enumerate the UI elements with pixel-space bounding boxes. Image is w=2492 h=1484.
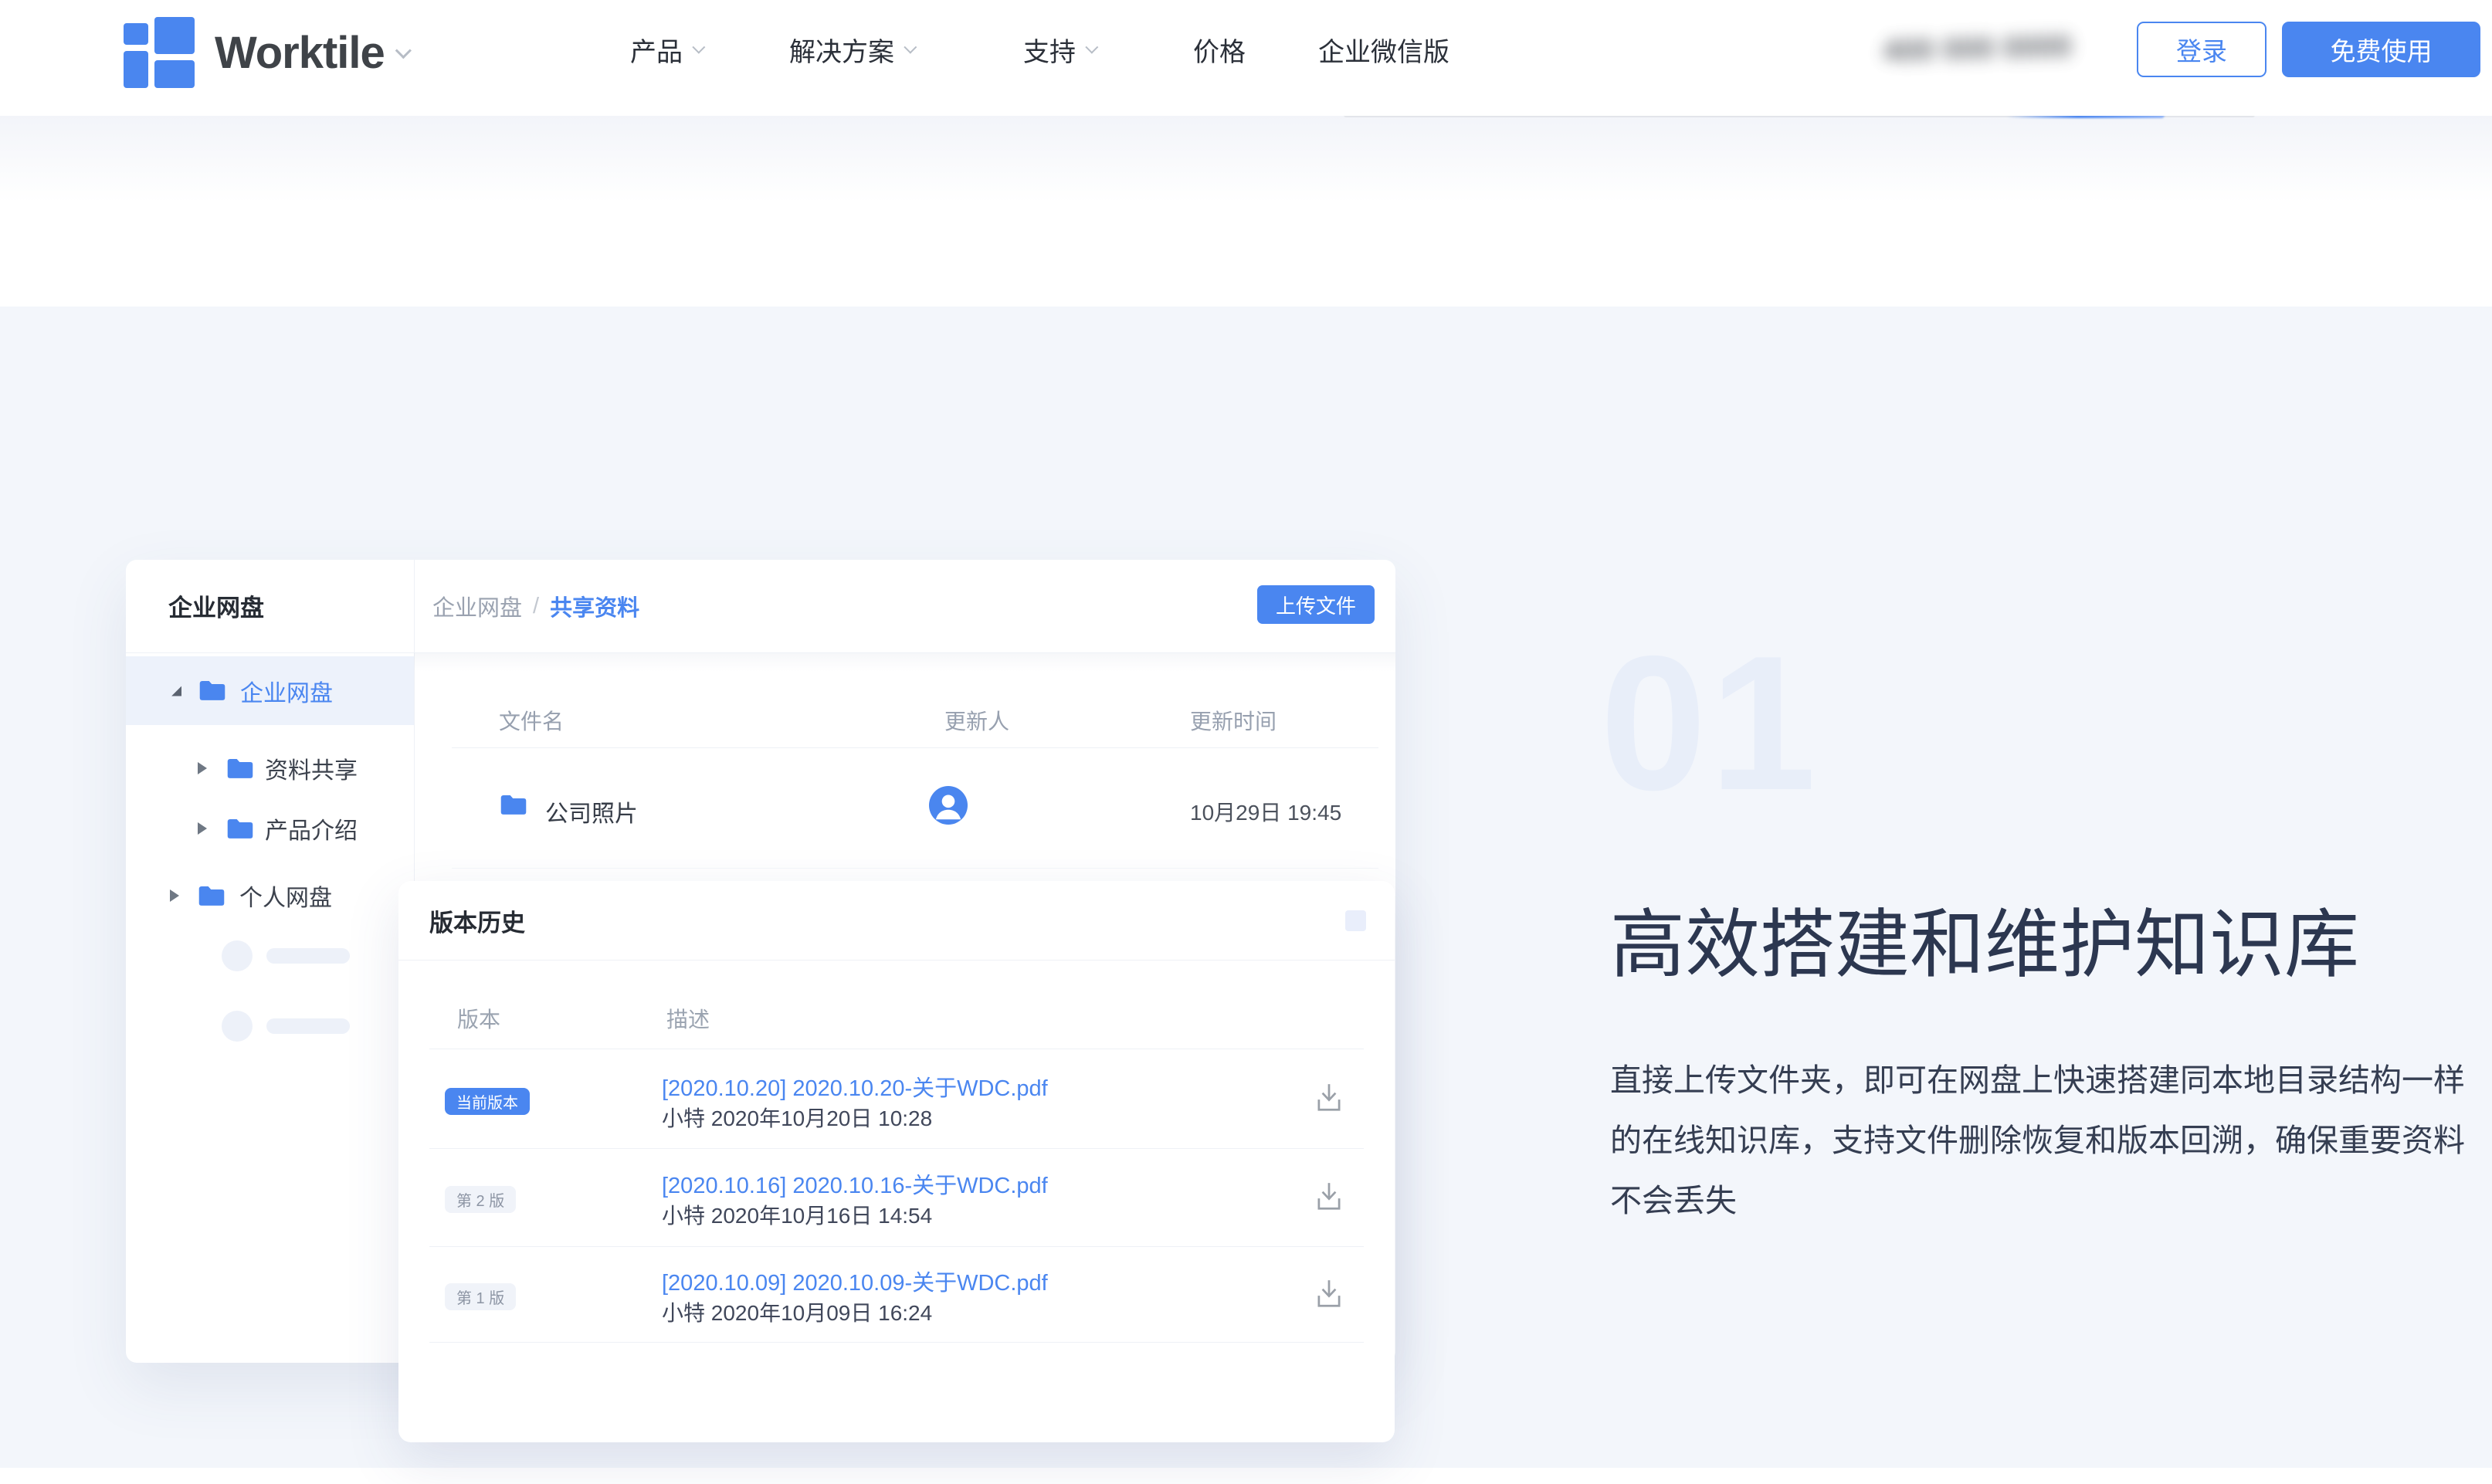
nav-item-label: 价格	[1193, 31, 1246, 69]
nav-item-pricing[interactable]: 价格	[1193, 0, 1246, 99]
version-badge-current: 当前版本	[445, 1088, 530, 1115]
breadcrumb: 企业网盘 / 共享资料	[432, 560, 639, 652]
nav-item-label: 产品	[630, 31, 683, 69]
modal-divider	[429, 1342, 1364, 1343]
modal-divider	[398, 960, 1395, 961]
chevron-down-icon	[904, 41, 917, 54]
section-bottom-strip	[0, 1468, 2492, 1484]
nav-item-wecom[interactable]: 企业微信版	[1318, 0, 1449, 99]
modal-corner-icon[interactable]	[1345, 910, 1366, 931]
tree-item-personal-drive[interactable]: 个人网盘	[126, 862, 414, 930]
sidebar-title: 企业网盘	[168, 560, 264, 651]
version-meta: 小特 2020年10月09日 16:24	[662, 1296, 932, 1327]
folder-icon	[198, 679, 227, 703]
column-header-updated-by: 更新人	[944, 705, 1009, 736]
hero-bottom-fade	[0, 114, 2492, 202]
modal-divider	[429, 1148, 1364, 1149]
modal-divider	[429, 1246, 1364, 1247]
skeleton-bar	[266, 948, 350, 964]
folder-icon	[499, 793, 528, 817]
download-icon[interactable]	[1314, 1181, 1344, 1213]
version-file-link[interactable]: [2020.10.16] 2020.10.16-关于WDC.pdf	[662, 1167, 1048, 1200]
login-button[interactable]: 登录	[2137, 22, 2267, 77]
tree-item-shared-files[interactable]: 资料共享	[126, 734, 414, 802]
upload-file-button[interactable]: 上传文件	[1257, 585, 1375, 624]
column-header-updated-at: 更新时间	[1190, 705, 1277, 736]
nav-item-solutions[interactable]: 解决方案	[789, 0, 913, 99]
column-header-version: 版本	[457, 1003, 500, 1034]
download-icon[interactable]	[1314, 1082, 1344, 1114]
skeleton-circle	[222, 1011, 253, 1042]
column-header-filename: 文件名	[499, 705, 564, 736]
tree-item-label: 个人网盘	[239, 879, 332, 913]
feature-description: 直接上传文件夹，即可在网盘上快速搭建同本地目录结构一样 的在线知识库，支持文件删…	[1610, 1050, 2475, 1231]
feature-title: 高效搭建和维护知识库	[1610, 902, 2460, 988]
version-meta: 小特 2020年10月20日 10:28	[662, 1102, 932, 1133]
nav-item-products[interactable]: 产品	[630, 0, 701, 99]
nav-item-label: 解决方案	[789, 31, 894, 69]
folder-icon	[225, 817, 255, 841]
worktile-logo[interactable]: Worktile	[124, 0, 407, 105]
worktile-logo-icon	[124, 17, 195, 88]
folder-icon	[225, 757, 255, 781]
version-meta: 小特 2020年10月16日 14:54	[662, 1199, 932, 1230]
logo-text: Worktile	[215, 27, 385, 79]
caret-collapsed-icon[interactable]	[198, 822, 207, 835]
tree-item-label: 资料共享	[265, 751, 358, 785]
tree-item-label: 产品介绍	[265, 811, 358, 845]
table-divider	[452, 747, 1378, 748]
skeleton-circle	[222, 940, 253, 971]
nav-item-label: 企业微信版	[1318, 31, 1449, 69]
free-trial-button[interactable]: 免费使用	[2282, 22, 2480, 77]
breadcrumb-separator: /	[533, 594, 539, 619]
version-file-link[interactable]: [2020.10.09] 2020.10.09-关于WDC.pdf	[662, 1265, 1048, 1297]
skeleton-bar	[266, 1018, 350, 1034]
column-header-description: 描述	[666, 1003, 710, 1034]
file-updated-time: 10月29日 19:45	[1190, 796, 1341, 827]
breadcrumb-root[interactable]: 企业网盘	[432, 590, 522, 622]
file-name: 公司照片	[545, 795, 638, 828]
top-nav: Worktile 产品 解决方案 支持 价格 企业微信版 400 000 000…	[0, 0, 2492, 116]
panel-header-shadow	[414, 653, 1395, 672]
tree-item-enterprise-drive[interactable]: 企业网盘	[126, 656, 414, 725]
feature-description-line: 的在线知识库，支持文件删除恢复和版本回溯，确保重要资料	[1610, 1110, 2475, 1171]
caret-expanded-icon[interactable]	[171, 686, 181, 696]
chevron-down-icon	[692, 41, 705, 54]
version-file-link[interactable]: [2020.10.20] 2020.10.20-关于WDC.pdf	[662, 1070, 1048, 1103]
caret-collapsed-icon[interactable]	[198, 762, 207, 774]
phone-number-redacted: 400 000 0000	[1882, 21, 2072, 76]
breadcrumb-current[interactable]: 共享资料	[550, 590, 639, 622]
table-divider	[452, 868, 1378, 869]
folder-icon	[197, 884, 226, 908]
table-row-folder[interactable]: 公司照片 10月29日 19:45	[414, 761, 1395, 861]
feature-description-line: 不会丢失	[1610, 1171, 2475, 1231]
version-history-modal: 版本历史 版本 描述 当前版本 [2020.10.20] 2020.10.20-…	[398, 881, 1395, 1442]
chevron-down-icon	[395, 42, 411, 59]
tree-item-label: 企业网盘	[240, 674, 333, 708]
nav-item-label: 支持	[1023, 31, 1076, 69]
feature-description-line: 直接上传文件夹，即可在网盘上快速搭建同本地目录结构一样	[1610, 1050, 2475, 1110]
nav-item-support[interactable]: 支持	[1023, 0, 1094, 99]
caret-collapsed-icon[interactable]	[170, 889, 179, 902]
chevron-down-icon	[1085, 41, 1098, 54]
user-avatar-icon	[929, 786, 968, 825]
modal-title: 版本历史	[429, 881, 525, 960]
feature-number-watermark: 01	[1600, 627, 1819, 818]
tree-item-product-intro[interactable]: 产品介绍	[126, 795, 414, 862]
version-badge: 第 2 版	[445, 1186, 516, 1213]
version-badge: 第 1 版	[445, 1283, 516, 1310]
download-icon[interactable]	[1314, 1278, 1344, 1310]
